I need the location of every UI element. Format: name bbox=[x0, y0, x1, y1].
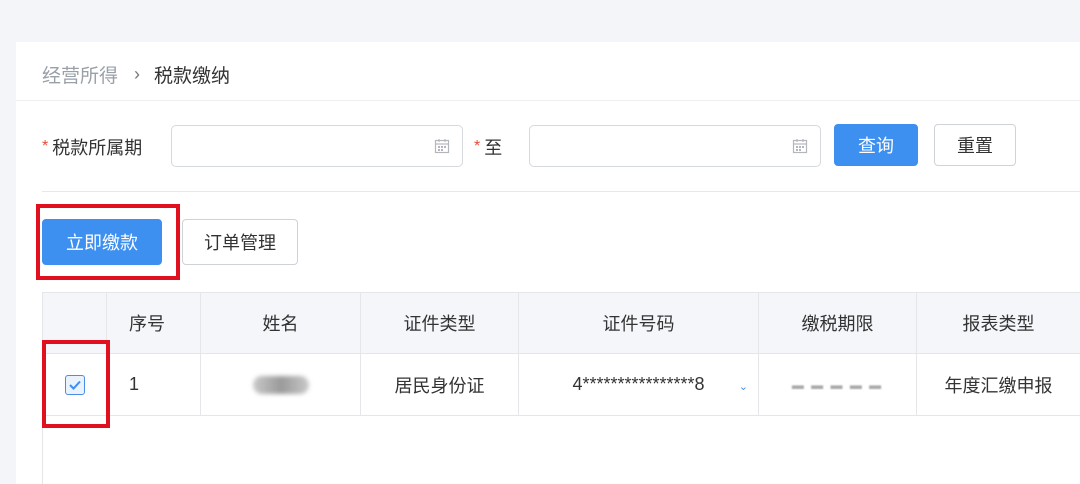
table-row[interactable]: 1 居民身份证 4****************8 ⌄ ▬ ▬ ▬ ▬ ▬ 年… bbox=[43, 354, 1080, 416]
row-select-cell bbox=[43, 354, 107, 415]
blurred-deadline: ▬ ▬ ▬ ▬ ▬ bbox=[791, 377, 884, 392]
breadcrumb-current: 税款缴纳 bbox=[154, 65, 231, 87]
order-management-button[interactable]: 订单管理 bbox=[182, 219, 298, 265]
to-label: * 至 bbox=[474, 134, 502, 160]
required-mark: * bbox=[42, 138, 49, 155]
main-panel: 经营所得 › 税款缴纳 * 税款所属期 * 至 查询 重置 立即缴款 订单管理 … bbox=[16, 42, 1080, 484]
header-index: 序号 bbox=[107, 293, 201, 353]
header-select bbox=[43, 293, 107, 353]
calendar-icon[interactable] bbox=[434, 138, 450, 154]
row-id-number-text: 4****************8 bbox=[572, 374, 705, 394]
reset-button[interactable]: 重置 bbox=[934, 124, 1016, 166]
header-report-type: 报表类型 bbox=[917, 293, 1080, 353]
query-button[interactable]: 查询 bbox=[834, 124, 918, 166]
header-name: 姓名 bbox=[201, 293, 361, 353]
breadcrumb-separator: › bbox=[134, 63, 141, 84]
header-id-number: 证件号码 bbox=[519, 293, 759, 353]
breadcrumb-parent[interactable]: 经营所得 bbox=[42, 61, 118, 88]
chevron-down-icon[interactable]: ⌄ bbox=[739, 380, 748, 393]
row-id-number: 4****************8 ⌄ bbox=[519, 354, 759, 415]
required-mark: * bbox=[474, 138, 481, 155]
row-index: 1 bbox=[107, 354, 201, 415]
tax-table: 序号 姓名 证件类型 证件号码 缴税期限 报表类型 1 居民身份证 4*****… bbox=[42, 292, 1080, 484]
check-icon bbox=[68, 380, 81, 390]
period-end-input[interactable] bbox=[529, 125, 821, 167]
row-name bbox=[201, 354, 361, 415]
to-label-text: 至 bbox=[484, 138, 503, 158]
row-id-type: 居民身份证 bbox=[361, 354, 519, 415]
divider bbox=[16, 100, 1080, 101]
top-band bbox=[0, 0, 1080, 42]
row-payment-deadline: ▬ ▬ ▬ ▬ ▬ bbox=[759, 354, 917, 415]
pay-now-button[interactable]: 立即缴款 bbox=[42, 219, 162, 265]
header-payment-deadline: 缴税期限 bbox=[759, 293, 917, 353]
row-checkbox[interactable] bbox=[64, 374, 85, 395]
tax-period-label: * 税款所属期 bbox=[42, 134, 142, 160]
breadcrumb: 经营所得 › 税款缴纳 bbox=[42, 61, 230, 87]
table-header: 序号 姓名 证件类型 证件号码 缴税期限 报表类型 bbox=[43, 292, 1080, 354]
calendar-icon[interactable] bbox=[792, 138, 808, 154]
divider bbox=[42, 191, 1080, 192]
row-report-type: 年度汇缴申报 bbox=[917, 354, 1080, 415]
period-start-input[interactable] bbox=[171, 125, 463, 167]
blurred-name bbox=[252, 375, 309, 394]
tax-period-label-text: 税款所属期 bbox=[52, 138, 143, 158]
header-id-type: 证件类型 bbox=[361, 293, 519, 353]
